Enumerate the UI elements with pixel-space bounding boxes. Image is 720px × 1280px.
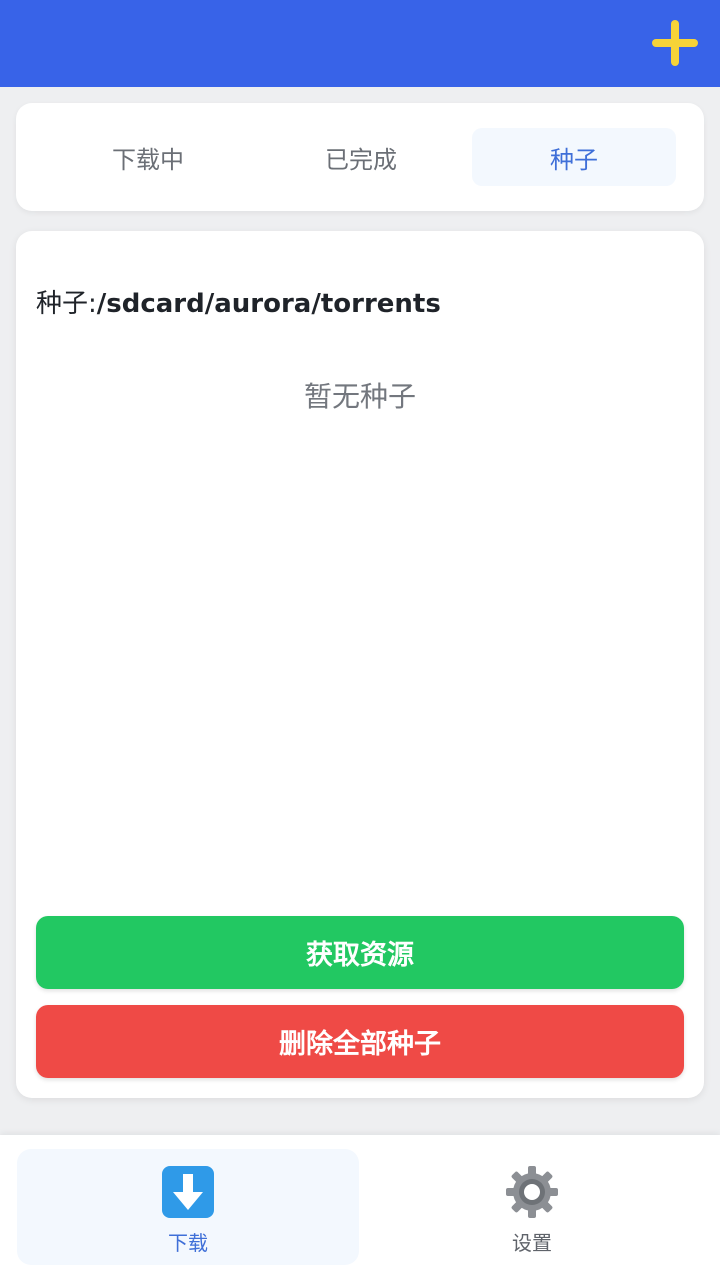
nav-item-settings[interactable]: 设置 — [361, 1149, 703, 1265]
nav-item-download[interactable]: 下载 — [17, 1149, 359, 1265]
add-button[interactable] — [652, 20, 698, 66]
bottom-navigation: 下载 设置 — [0, 1135, 720, 1280]
fetch-resources-button[interactable]: 获取资源 — [36, 916, 684, 989]
tab-bar: 下载中 已完成 种子 — [16, 103, 704, 211]
torrent-path-value: /sdcard/aurora/torrents — [96, 289, 441, 319]
top-app-bar — [0, 0, 720, 87]
torrent-path-label: 种子: — [36, 289, 97, 319]
nav-label-settings: 设置 — [512, 1231, 552, 1255]
download-icon — [162, 1166, 214, 1218]
nav-label-download: 下载 — [168, 1231, 208, 1255]
torrent-path: 种子:/sdcard/aurora/torrents — [36, 283, 441, 320]
tab-torrents[interactable]: 种子 — [472, 128, 676, 186]
tab-downloading[interactable]: 下载中 — [46, 128, 250, 186]
gear-icon — [506, 1166, 558, 1218]
delete-all-torrents-button[interactable]: 删除全部种子 — [36, 1005, 684, 1078]
empty-state-text: 暂无种子 — [303, 380, 416, 413]
tab-completed[interactable]: 已完成 — [259, 128, 463, 186]
torrents-panel: 种子:/sdcard/aurora/torrents 暂无种子 获取资源 删除全… — [16, 231, 704, 1098]
